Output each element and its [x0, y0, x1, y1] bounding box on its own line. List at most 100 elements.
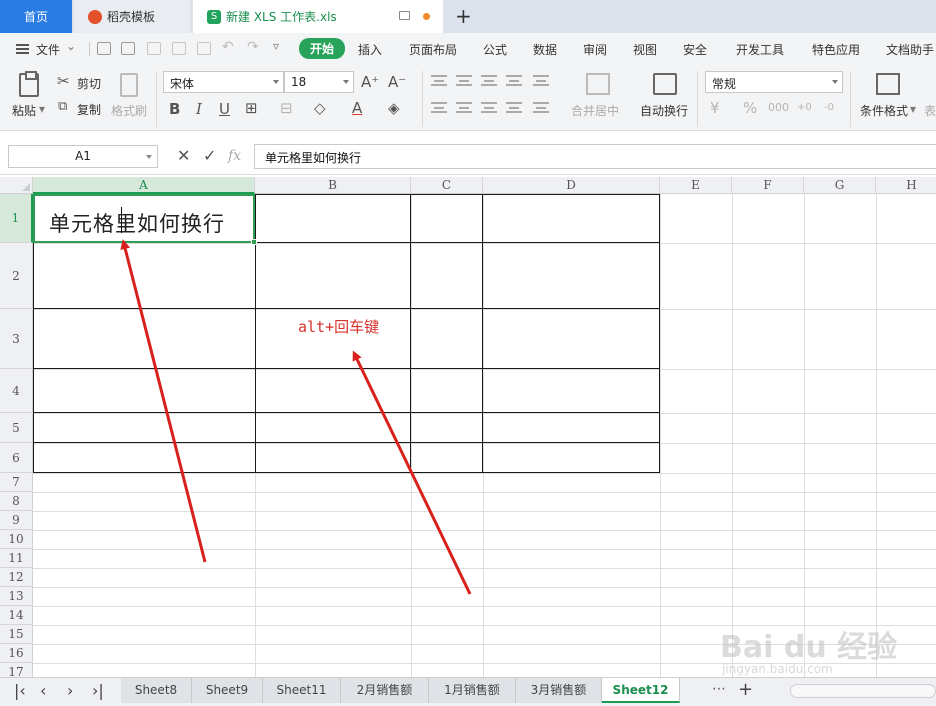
menu-tab-data[interactable]: 数据: [533, 41, 557, 58]
row-header-11[interactable]: 11: [0, 549, 33, 568]
column-header-c[interactable]: C: [411, 177, 483, 194]
print-preview-icon[interactable]: [197, 42, 211, 55]
undo-icon[interactable]: ↶: [222, 39, 234, 55]
row-header-4[interactable]: 4: [0, 369, 33, 413]
row-header-2[interactable]: 2: [0, 243, 33, 309]
format-painter-button[interactable]: 格式刷: [111, 102, 147, 119]
menu-file[interactable]: 文件: [36, 41, 60, 58]
first-sheet-icon[interactable]: |‹: [14, 682, 26, 700]
row-header-16[interactable]: 16: [0, 644, 33, 663]
increase-decimal-icon[interactable]: +0: [797, 100, 812, 116]
shrink-font-button[interactable]: A⁻: [388, 74, 406, 90]
sheet-tab[interactable]: Sheet9: [192, 678, 263, 703]
paste-icon[interactable]: [19, 71, 39, 97]
save-icon[interactable]: [121, 42, 135, 55]
align-center-icon[interactable]: [456, 102, 472, 113]
fill-color-icon[interactable]: ◇: [314, 100, 326, 116]
column-header-d[interactable]: D: [483, 177, 660, 194]
new-tab-button[interactable]: +: [455, 5, 472, 27]
fill-handle[interactable]: [251, 239, 257, 245]
cell-style-icon[interactable]: ⊟: [280, 100, 293, 116]
copy-icon[interactable]: ⧉: [58, 99, 67, 115]
row-header-1[interactable]: 1: [0, 194, 33, 243]
distributed-icon[interactable]: [533, 102, 549, 113]
align-top-icon[interactable]: [431, 75, 447, 86]
grow-font-button[interactable]: A⁺: [361, 74, 379, 90]
align-right-icon[interactable]: [481, 102, 497, 113]
row-header-17[interactable]: 17: [0, 663, 33, 677]
conditional-format-button[interactable]: 条件格式: [860, 102, 908, 119]
decrease-decimal-icon[interactable]: -0: [824, 100, 834, 116]
format-painter-icon[interactable]: [120, 73, 138, 97]
sheet-tab[interactable]: 1月销售额: [429, 678, 516, 703]
column-header-h[interactable]: H: [876, 177, 936, 194]
add-sheet-button[interactable]: +: [738, 679, 753, 700]
column-header-g[interactable]: G: [804, 177, 876, 194]
wrap-text-icon[interactable]: [653, 73, 677, 95]
percent-button[interactable]: %: [743, 100, 757, 116]
row-header-10[interactable]: 10: [0, 530, 33, 549]
tab-home[interactable]: 首页: [0, 0, 72, 33]
chevron-down-icon[interactable]: ▾: [910, 102, 916, 116]
column-header-a[interactable]: A: [33, 177, 255, 194]
italic-button[interactable]: I: [196, 101, 202, 117]
align-left-icon[interactable]: [431, 102, 447, 113]
row-header-12[interactable]: 12: [0, 568, 33, 587]
insert-function-button[interactable]: fx: [228, 148, 241, 164]
next-sheet-icon[interactable]: ›: [67, 682, 73, 700]
row-header-6[interactable]: 6: [0, 443, 33, 473]
print-icon[interactable]: [172, 42, 186, 55]
font-size-select[interactable]: 18: [284, 71, 354, 93]
menu-tab-view[interactable]: 视图: [633, 41, 657, 58]
align-bottom-icon[interactable]: [481, 75, 497, 86]
cut-button[interactable]: 剪切: [77, 75, 101, 92]
chevron-down-icon[interactable]: ▾: [39, 102, 45, 116]
sheet-tab-active[interactable]: Sheet12: [602, 678, 680, 703]
tab-templates[interactable]: 稻壳模板: [74, 0, 190, 33]
cancel-edit-button[interactable]: ✕: [177, 146, 190, 165]
merge-center-button[interactable]: 合并居中: [571, 102, 619, 119]
underline-button[interactable]: U: [219, 101, 230, 117]
paste-button[interactable]: 粘贴: [12, 102, 36, 119]
font-color-icon[interactable]: A: [352, 100, 362, 116]
menu-tab-home[interactable]: 开始: [299, 38, 346, 59]
justify-icon[interactable]: [506, 102, 522, 113]
column-header-f[interactable]: F: [732, 177, 804, 194]
select-all-button[interactable]: [0, 177, 33, 194]
bold-button[interactable]: B: [169, 101, 180, 117]
auto-wrap-button[interactable]: 自动换行: [640, 102, 688, 119]
merge-cells-icon[interactable]: [586, 73, 610, 95]
column-header-b[interactable]: B: [255, 177, 411, 194]
clear-format-icon[interactable]: ◈: [388, 100, 400, 116]
indent-icon[interactable]: [533, 75, 549, 86]
menu-tab-page-layout[interactable]: 页面布局: [409, 41, 457, 58]
row-header-14[interactable]: 14: [0, 606, 33, 625]
open-icon[interactable]: [97, 42, 111, 55]
sheet-tab[interactable]: 2月销售额: [341, 678, 429, 703]
row-header-7[interactable]: 7: [0, 473, 33, 492]
formula-input[interactable]: 单元格里如何换行: [254, 144, 936, 169]
more-sheets-button[interactable]: ⋯: [712, 681, 726, 697]
row-header-13[interactable]: 13: [0, 587, 33, 606]
confirm-edit-button[interactable]: ✓: [203, 146, 216, 165]
spreadsheet-grid[interactable]: A B C D E F G H 1 2 3 4 5 6 7 8 9 10 11 …: [0, 177, 936, 677]
borders-icon[interactable]: ⊞: [245, 100, 258, 116]
sheet-tab[interactable]: 3月销售额: [516, 678, 602, 703]
hamburger-icon[interactable]: [16, 44, 29, 54]
menu-tab-security[interactable]: 安全: [683, 41, 707, 58]
conditional-format-icon[interactable]: [876, 73, 900, 95]
sheet-tab[interactable]: Sheet11: [263, 678, 341, 703]
font-name-select[interactable]: 宋体: [163, 71, 284, 93]
chevron-down-icon[interactable]: ⌄: [66, 39, 76, 53]
currency-icon[interactable]: ¥: [710, 100, 720, 116]
row-header-5[interactable]: 5: [0, 413, 33, 443]
menu-tab-developer[interactable]: 开发工具: [736, 41, 784, 58]
menu-tab-formulas[interactable]: 公式: [483, 41, 507, 58]
menu-tab-doc-assistant[interactable]: 文档助手: [886, 41, 934, 58]
window-mode-icon[interactable]: [399, 11, 410, 20]
sheet-tab[interactable]: Sheet8: [121, 678, 192, 703]
thousands-icon[interactable]: 000: [768, 100, 789, 116]
align-middle-icon[interactable]: [456, 75, 472, 86]
orientation-icon[interactable]: [506, 75, 522, 86]
menu-tab-special[interactable]: 特色应用: [812, 41, 860, 58]
